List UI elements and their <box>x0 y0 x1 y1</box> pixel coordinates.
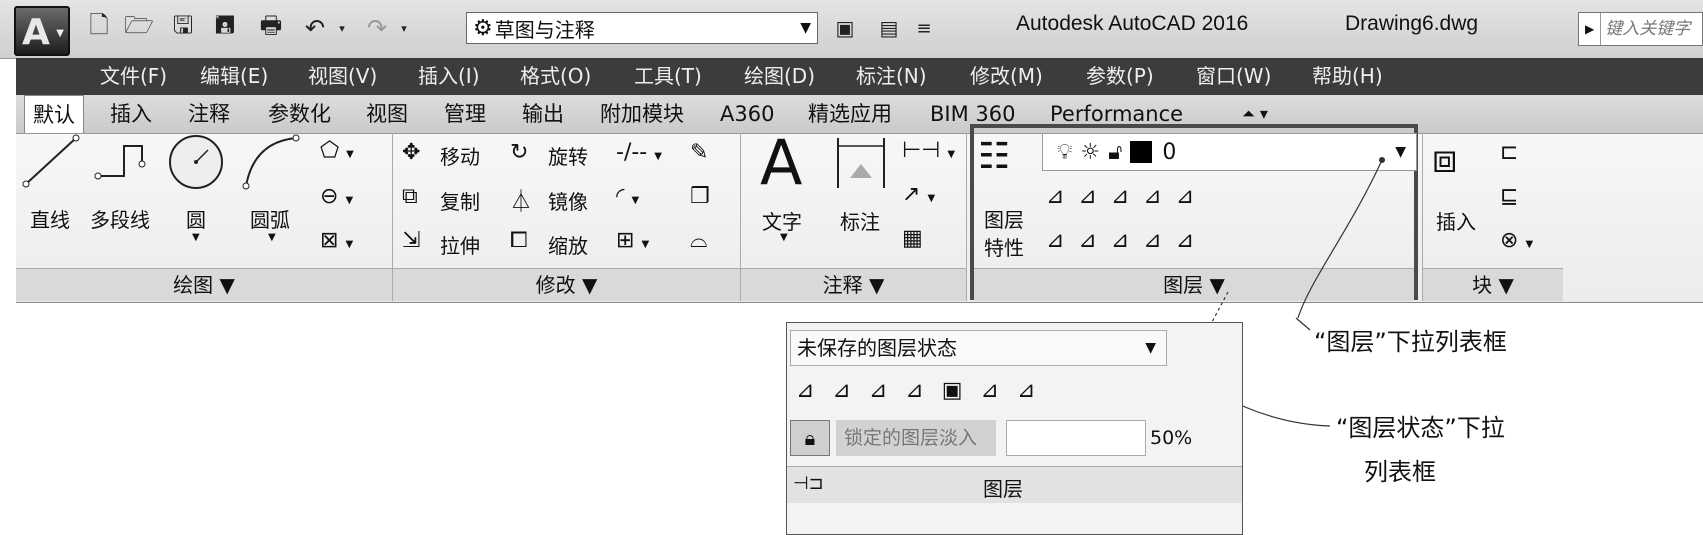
layer-state-callout: “图层状态”下拉 <box>1336 414 1505 442</box>
pin-icon[interactable]: ⊣⊐ <box>793 473 824 494</box>
expanded-panel-footer: ⊣⊐ 图层 <box>787 466 1242 503</box>
fade-value: 50% <box>1150 427 1193 449</box>
chevron-down-icon: ▼ <box>1145 340 1156 356</box>
locked-layer-fade-icon[interactable]: 🔒︎ <box>790 420 830 456</box>
expanded-panel-title: 图层 <box>983 477 1023 501</box>
locked-layer-fade-label: 锁定的图层淡入 <box>836 420 996 456</box>
fade-slider[interactable] <box>1006 420 1146 456</box>
layer-dropdown-callout: “图层”下拉列表框 <box>1314 328 1507 356</box>
layer-state-callout: 列表框 <box>1364 458 1436 486</box>
layer-state-value: 未保存的图层状态 <box>797 336 957 360</box>
layer-state-dropdown[interactable]: 未保存的图层状态 ▼ <box>790 330 1167 366</box>
layer-state-tools[interactable]: ⊿⊿⊿⊿▣⊿⊿ <box>796 378 1053 403</box>
